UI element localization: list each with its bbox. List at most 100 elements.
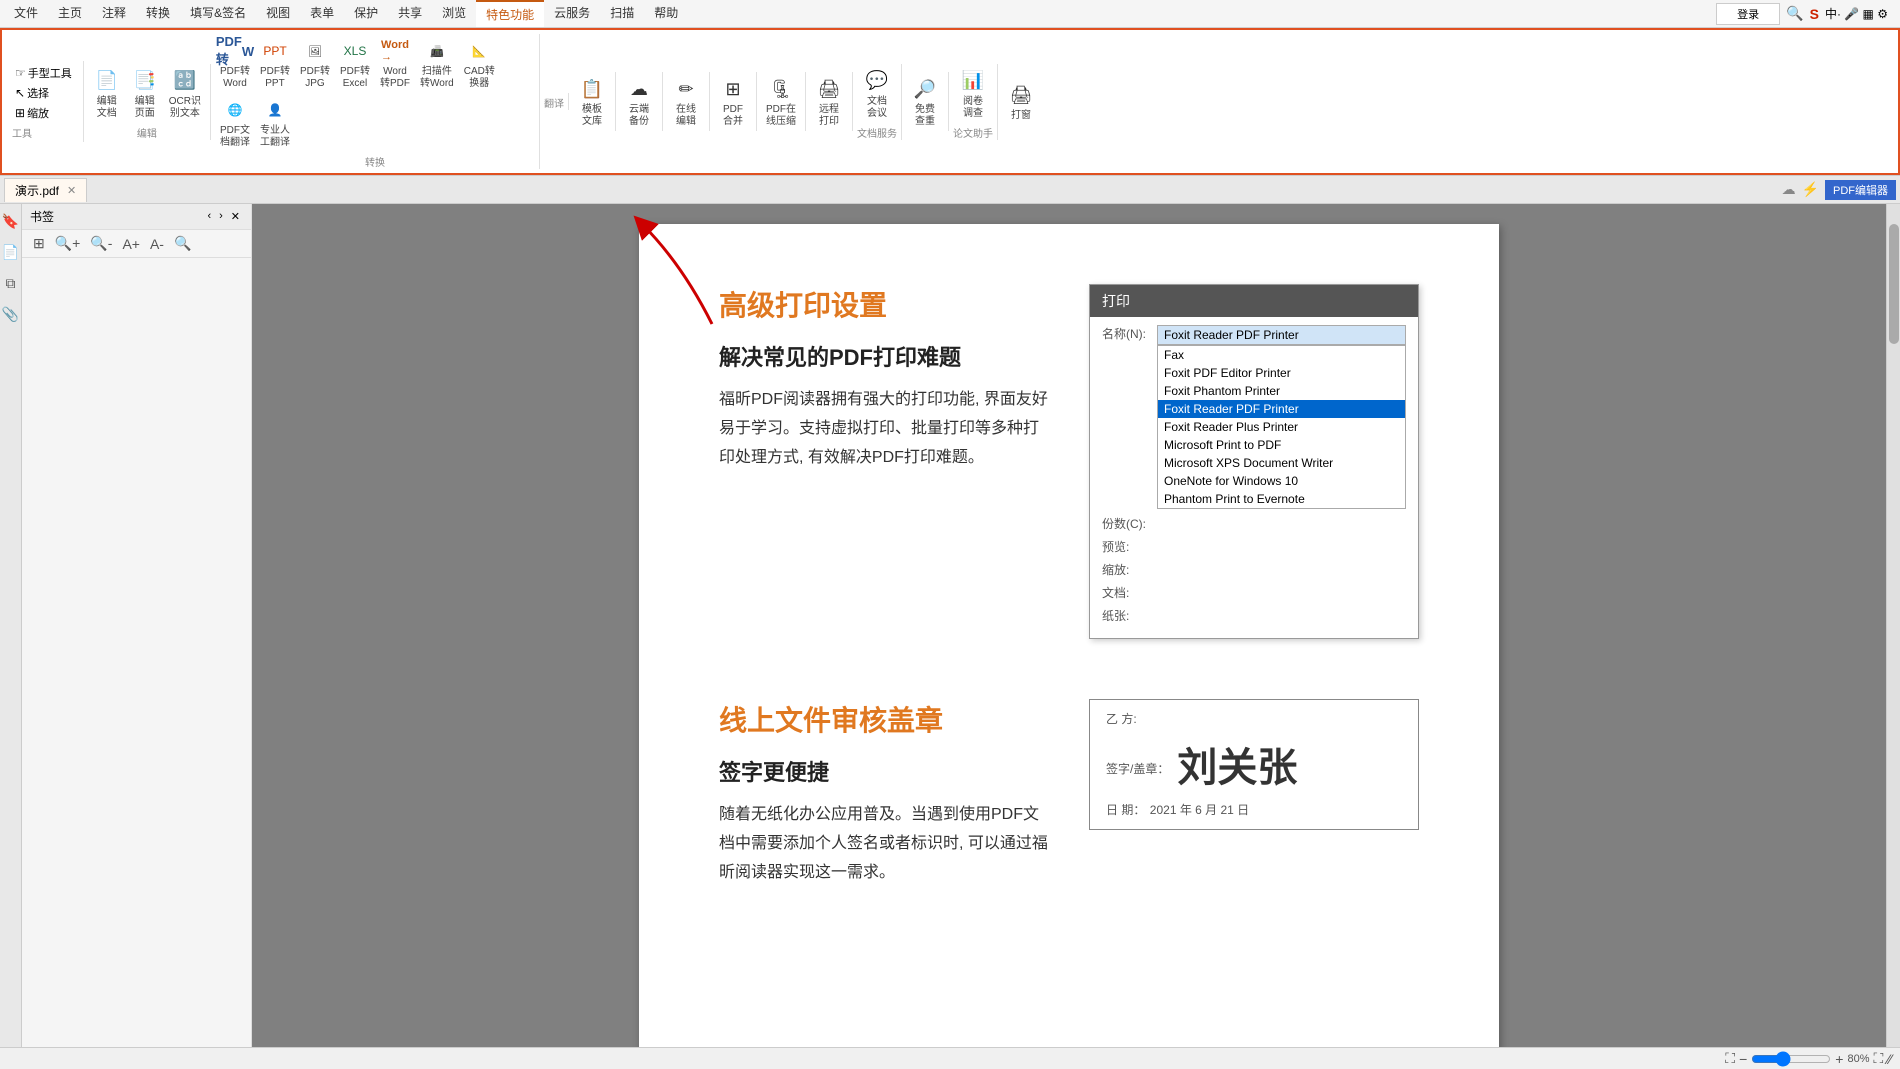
- ribbon-group-print-window: 🖨 打窗: [998, 78, 1044, 125]
- hand-tool-btn[interactable]: ☞手型工具: [12, 63, 75, 83]
- word-to-pdf-btn[interactable]: Word→ Word转PDF: [375, 34, 415, 93]
- print-paper-label: 纸张:: [1102, 607, 1157, 624]
- select-tool-btn[interactable]: ↖选择: [12, 83, 52, 103]
- edit-doc-btn[interactable]: 📄 编辑文档: [88, 64, 126, 123]
- template-icon: 📋: [578, 75, 606, 103]
- sidebar-tool-icon6[interactable]: 🔍: [171, 234, 194, 253]
- search-box[interactable]: 登录: [1716, 3, 1780, 25]
- ocr-btn[interactable]: 🔡 OCR识别文本: [164, 64, 206, 123]
- section2-text: 线上文件审核盖章 签字更便捷 随着无纸化办公应用普及。当遇到使用PDF文档中需要…: [719, 699, 1049, 917]
- sidebar-tool-icon4[interactable]: A+: [119, 235, 143, 253]
- page-scroll-area[interactable]: 高级打印设置 解决常见的PDF打印难题 福昕PDF阅读器拥有强大的打印功能, 界…: [252, 204, 1886, 1047]
- printer-fax[interactable]: Fax: [1158, 346, 1405, 364]
- tab-home[interactable]: 主页: [48, 0, 92, 27]
- printer-foxit-reader[interactable]: Foxit Reader PDF Printer: [1158, 400, 1405, 418]
- print-dialog: 打印 名称(N): Foxit Reader PDF Printer Fax F…: [1089, 284, 1419, 639]
- sidebar-tool-icon3[interactable]: 🔍-: [87, 234, 115, 253]
- sidebar-nav-next[interactable]: ›: [216, 209, 226, 224]
- tab-close-btn[interactable]: ✕: [67, 184, 76, 197]
- online-edit-btn[interactable]: ✏ 在线编辑: [667, 72, 705, 131]
- tab-browse[interactable]: 浏览: [432, 0, 476, 27]
- pdf-to-ppt-btn[interactable]: PPT PDF转PPT: [255, 34, 295, 93]
- printer-phantom-evernote[interactable]: Phantom Print to Evernote: [1158, 490, 1405, 508]
- tab-file[interactable]: 文件: [4, 0, 48, 27]
- print-name-input-wrapper: Foxit Reader PDF Printer Fax Foxit PDF E…: [1157, 325, 1406, 509]
- printer-foxit-plus[interactable]: Foxit Reader Plus Printer: [1158, 418, 1405, 436]
- sidebar-tool-icon1[interactable]: ⊞: [30, 234, 48, 253]
- content-wrapper: 高级打印设置 解决常见的PDF打印难题 福昕PDF阅读器拥有强大的打印功能, 界…: [252, 204, 1900, 1047]
- main-layout: 🔖 📄 ⧉ 📎 书签 ‹ › ✕ ⊞ 🔍+ 🔍- A+ A- 🔍: [0, 204, 1900, 1047]
- print-zoom-label: 缩放:: [1102, 561, 1157, 578]
- free-check-btn[interactable]: 🔎 免费查重: [906, 72, 944, 131]
- sidebar-tool-icon2[interactable]: 🔍+: [52, 234, 84, 253]
- print-preview-label: 预览:: [1102, 538, 1157, 555]
- fit-page-icon[interactable]: ⛶: [1874, 1050, 1884, 1067]
- pdf-translate-btn[interactable]: 🌐 PDF文档翻译: [215, 93, 255, 152]
- printer-onenote[interactable]: OneNote for Windows 10: [1158, 472, 1405, 490]
- cloud-backup-btn[interactable]: ☁ 云端备份: [620, 72, 658, 131]
- sidebar-tool-icon5[interactable]: A-: [147, 235, 167, 253]
- scan-to-word-btn[interactable]: 📠 扫描件转Word: [415, 34, 459, 93]
- print-window-icon: 🖨: [1007, 81, 1035, 109]
- zoom-slider[interactable]: [1751, 1051, 1831, 1067]
- printer-ms-pdf[interactable]: Microsoft Print to PDF: [1158, 436, 1405, 454]
- remote-print-btn[interactable]: 🖨 远程打印: [810, 72, 848, 131]
- tab-protect[interactable]: 保护: [344, 0, 388, 27]
- tab-annotate[interactable]: 注释: [92, 0, 136, 27]
- tab-special[interactable]: 特色功能: [476, 0, 544, 27]
- section2-body: 随着无纸化办公应用普及。当遇到使用PDF文档中需要添加个人签名或者标识时, 可以…: [719, 801, 1049, 887]
- print-row-zoom: 缩放:: [1102, 561, 1406, 578]
- pro-translate-btn[interactable]: 👤 专业人工翻译: [255, 93, 295, 152]
- cad-converter-btn[interactable]: 📐 CAD转换器: [459, 34, 500, 93]
- tab-view[interactable]: 视图: [256, 0, 300, 27]
- compress-btn[interactable]: 🗜 PDF在线压缩: [761, 72, 801, 131]
- edit-page-btn[interactable]: 📑 编辑页面: [126, 64, 164, 123]
- sidebar-nav-close[interactable]: ✕: [228, 209, 243, 224]
- zoom-plus-btn[interactable]: +: [1835, 1051, 1843, 1067]
- pdf-to-word-btn[interactable]: PDF转W PDF转Word: [215, 34, 255, 93]
- tab-form[interactable]: 表单: [300, 0, 344, 27]
- bookmark-icon[interactable]: 🔖: [0, 210, 22, 233]
- tab-convert[interactable]: 转换: [136, 0, 180, 27]
- zoom-tool-btn[interactable]: ⊞缩放: [12, 103, 52, 123]
- tab-fill-sign[interactable]: 填写&签名: [180, 0, 256, 27]
- template-btn[interactable]: 📋 模板文库: [573, 72, 611, 131]
- zoom-minus-btn[interactable]: −: [1739, 1051, 1747, 1067]
- window-min[interactable]: 🔍: [1786, 5, 1803, 22]
- scroll-thumb[interactable]: [1889, 224, 1899, 344]
- ocr-icon: 🔡: [171, 67, 199, 95]
- cloud-sync-icon[interactable]: ☁: [1782, 181, 1796, 198]
- print-row-paper: 纸张:: [1102, 607, 1406, 624]
- vertical-scrollbar[interactable]: [1886, 204, 1900, 1047]
- printer-foxit-editor[interactable]: Foxit PDF Editor Printer: [1158, 364, 1405, 382]
- printer-list: Fax Foxit PDF Editor Printer Foxit Phant…: [1157, 345, 1406, 509]
- printer-ms-xps[interactable]: Microsoft XPS Document Writer: [1158, 454, 1405, 472]
- ribbon-group-free-check: 🔎 免费查重: [902, 72, 949, 131]
- cloud-status-icon[interactable]: ⚡: [1802, 181, 1819, 198]
- tab-scan[interactable]: 扫描: [600, 0, 644, 27]
- pdf-merge-btn[interactable]: ⊞ PDF合并: [714, 72, 752, 131]
- pdf-to-jpg-btn[interactable]: 🖼 PDF转JPG: [295, 34, 335, 93]
- word-pdf-icon: Word→: [381, 37, 409, 65]
- review-btn[interactable]: 📊 阅卷调查: [954, 64, 992, 123]
- layers-icon[interactable]: ⧉: [3, 272, 19, 295]
- zoom-controls: ⛶ − + 80% ⛶ ⁄⁄: [1725, 1050, 1892, 1067]
- pdf-to-excel-btn[interactable]: XLS PDF转Excel: [335, 34, 375, 93]
- doc-meeting-btn[interactable]: 💬 文档会议: [858, 64, 896, 123]
- sidebar-nav-prev[interactable]: ‹: [204, 209, 214, 224]
- printer-foxit-phantom[interactable]: Foxit Phantom Printer: [1158, 382, 1405, 400]
- pdf-editor-badge[interactable]: PDF编辑器: [1825, 180, 1896, 200]
- print-name-input[interactable]: Foxit Reader PDF Printer: [1157, 325, 1406, 345]
- print-window-btn[interactable]: 🖨 打窗: [1002, 78, 1040, 125]
- page-thumbnail-icon[interactable]: 📄: [0, 241, 22, 264]
- sign-party-label: 乙 方:: [1106, 710, 1402, 727]
- translate-icon: 🌐: [221, 96, 249, 124]
- zoom-fullscreen-icon[interactable]: ⛶: [1725, 1050, 1735, 1067]
- tab-help[interactable]: 帮助: [644, 0, 688, 27]
- sign-field-label: 签字/盖章：: [1106, 760, 1169, 777]
- tab-share[interactable]: 共享: [388, 0, 432, 27]
- attachment-icon[interactable]: 📎: [0, 303, 22, 326]
- doc-tab-demo[interactable]: 演示.pdf ✕: [4, 178, 87, 202]
- remote-print-icon: 🖨: [815, 75, 843, 103]
- tab-cloud[interactable]: 云服务: [544, 0, 600, 27]
